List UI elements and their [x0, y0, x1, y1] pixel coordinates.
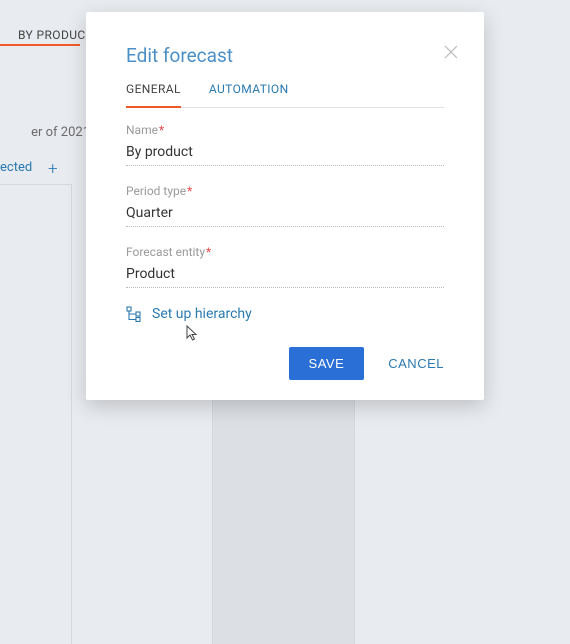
close-button[interactable]	[444, 44, 462, 62]
name-label: Name*	[126, 123, 444, 137]
name-input[interactable]	[126, 141, 444, 166]
tab-automation[interactable]: AUTOMATION	[209, 82, 289, 107]
modal-title: Edit forecast	[126, 44, 233, 67]
field-name: Name*	[126, 123, 444, 166]
required-asterisk: *	[159, 123, 164, 137]
modal-tabs: GENERAL AUTOMATION	[126, 82, 444, 108]
hierarchy-link-text: Set up hierarchy	[152, 306, 252, 322]
entity-label-text: Forecast entity	[126, 245, 205, 259]
cancel-button[interactable]: CANCEL	[388, 356, 444, 371]
close-icon	[444, 45, 458, 59]
entity-input[interactable]	[126, 263, 444, 288]
field-forecast-entity: Forecast entity*	[126, 245, 444, 288]
bg-tab-underline	[0, 44, 80, 46]
bg-expected-link[interactable]: ected	[0, 160, 32, 175]
setup-hierarchy-link[interactable]: Set up hierarchy	[126, 306, 444, 322]
save-button[interactable]: SAVE	[289, 347, 365, 380]
entity-label: Forecast entity*	[126, 245, 444, 259]
required-asterisk: *	[206, 245, 211, 259]
modal-body: Name* Period type* Forecast entity* Set	[126, 123, 444, 322]
modal-actions: SAVE CANCEL	[289, 347, 444, 380]
bg-period-label: er of 2021	[0, 125, 90, 140]
hierarchy-icon	[126, 306, 142, 322]
tab-general[interactable]: GENERAL	[126, 82, 181, 107]
plus-icon[interactable]: +	[48, 159, 58, 179]
bg-divider	[0, 184, 72, 185]
period-input[interactable]	[126, 202, 444, 227]
bg-col-divider	[71, 185, 72, 644]
period-label-text: Period type	[126, 184, 186, 198]
required-asterisk: *	[187, 184, 192, 198]
name-label-text: Name	[126, 123, 158, 137]
period-label: Period type*	[126, 184, 444, 198]
edit-forecast-modal: Edit forecast GENERAL AUTOMATION Name* P…	[86, 12, 484, 400]
field-period-type: Period type*	[126, 184, 444, 227]
bg-tab-label[interactable]: BY PRODUC	[18, 28, 86, 42]
